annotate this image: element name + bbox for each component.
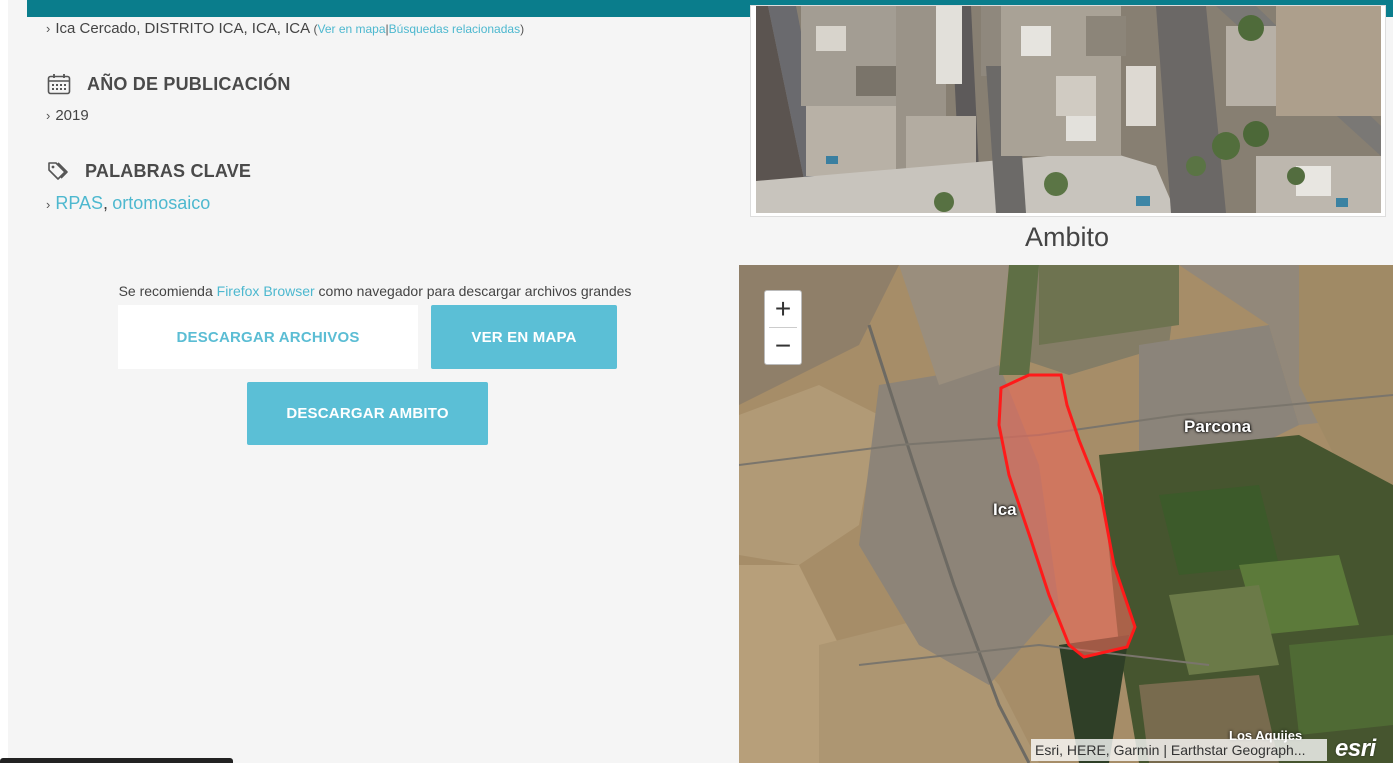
map-attribution[interactable]: Esri, HERE, Garmin | Earthstar Geograph.… [1031,739,1327,761]
location-line: › Ica Cercado, DISTRITO ICA, ICA, ICA (Ve… [46,20,524,37]
keywords-heading-text: PALABRAS CLAVE [85,160,252,181]
satellite-basemap [739,265,1393,763]
esri-logo: esri [1335,735,1376,762]
chevron-right-icon: › [46,21,51,36]
publication-year: › 2019 [46,107,89,124]
paren-close: ) [520,22,525,36]
location-text: Ica Cercado, DISTRITO ICA, ICA, ICA [55,20,310,37]
map-label-ica: Ica [993,500,1017,519]
keyword-link-ortomosaico[interactable]: ortomosaico [112,193,210,213]
ambito-map[interactable]: Ica Parcona Los Aquijes + − Esri, HERE, … [739,265,1393,763]
keyword-separator: , [103,193,109,213]
chevron-right-icon: › [46,197,51,212]
publication-heading-text: AÑO DE PUBLICACIÓN [87,73,291,94]
zoom-out-button[interactable]: − [765,328,801,364]
keywords-list: › RPAS, ortomosaico [46,193,210,214]
left-rail [0,0,8,763]
aerial-photo-frame [750,5,1386,217]
bottom-overlay-strip [0,758,233,763]
zoom-control: + − [764,290,802,365]
view-on-map-link[interactable]: Ver en mapa [317,22,385,36]
download-scope-button[interactable]: DESCARGAR AMBITO [247,382,488,445]
ambito-title: Ambito [1024,222,1110,252]
related-searches-link[interactable]: Búsquedas relacionadas [389,22,520,36]
view-map-button[interactable]: VER EN MAPA [431,305,617,369]
browser-recommendation: Se recomienda Firefox Browser como naveg… [0,283,750,299]
tags-icon [47,160,71,182]
firefox-browser-link[interactable]: Firefox Browser [217,283,315,299]
keywords-heading: PALABRAS CLAVE [47,160,251,182]
publication-year-heading: AÑO DE PUBLICACIÓN [47,73,291,95]
aerial-orthomosaic-image [756,6,1381,213]
recommendation-suffix: como navegador para descargar archivos g… [314,283,632,299]
download-files-button[interactable]: DESCARGAR ARCHIVOS [118,305,418,369]
chevron-right-icon: › [46,108,51,123]
calendar-icon [47,73,71,95]
recommendation-prefix: Se recomienda [118,283,217,299]
map-label-parcona: Parcona [1184,417,1252,436]
keyword-link-rpas[interactable]: RPAS [55,193,103,213]
year-value: 2019 [55,107,89,124]
zoom-in-button[interactable]: + [765,291,801,327]
